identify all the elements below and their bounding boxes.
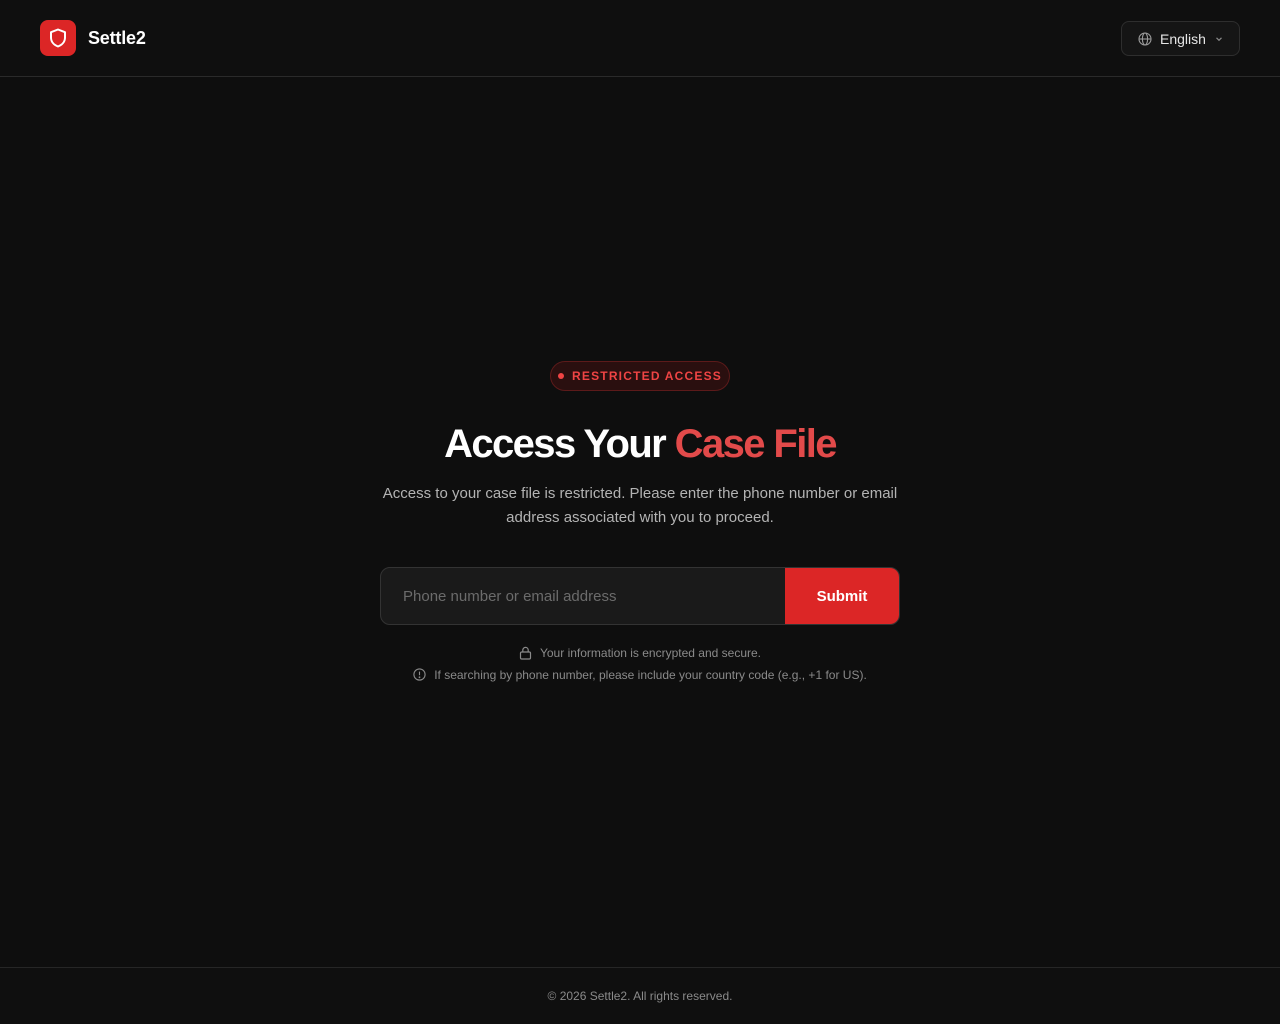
copyright-text: © 2026 Settle2. All rights reserved. (547, 989, 733, 1003)
language-select[interactable]: English (1121, 21, 1240, 56)
phone-hint-text: If searching by phone number, please inc… (434, 667, 867, 682)
page: Settle2 English RESTRICTED ACCESS Access… (0, 0, 1280, 1024)
secure-note-text: Your information is encrypted and secure… (539, 645, 761, 660)
globe-icon (1138, 31, 1152, 46)
title-part2: Case File (674, 422, 838, 466)
top-header: Settle2 English (0, 0, 1280, 77)
badge-dot (558, 373, 565, 379)
brand[interactable]: Settle2 (40, 20, 146, 56)
lookup-form: Submit (380, 567, 900, 625)
submit-button[interactable]: Submit (785, 568, 899, 624)
contact-input[interactable] (381, 568, 785, 624)
brand-name: Settle2 (88, 27, 146, 48)
badge-label: RESTRICTED ACCESS (572, 369, 722, 383)
page-footer: © 2026 Settle2. All rights reserved. (0, 967, 1280, 1024)
shield-icon (40, 20, 76, 56)
secure-note: Your information is encrypted and secure… (0, 644, 1280, 661)
phone-hint-note: If searching by phone number, please inc… (0, 666, 1280, 683)
title-part1: Access Your (444, 422, 675, 466)
page-description: Access to your case file is restricted. … (382, 485, 898, 526)
language-label: English (1160, 30, 1206, 47)
restricted-access-badge: RESTRICTED ACCESS (550, 361, 730, 391)
page-title: Access Your Case File (0, 418, 1280, 470)
lock-icon (519, 646, 532, 660)
info-icon (413, 668, 426, 681)
chevron-down-icon (1214, 34, 1224, 44)
